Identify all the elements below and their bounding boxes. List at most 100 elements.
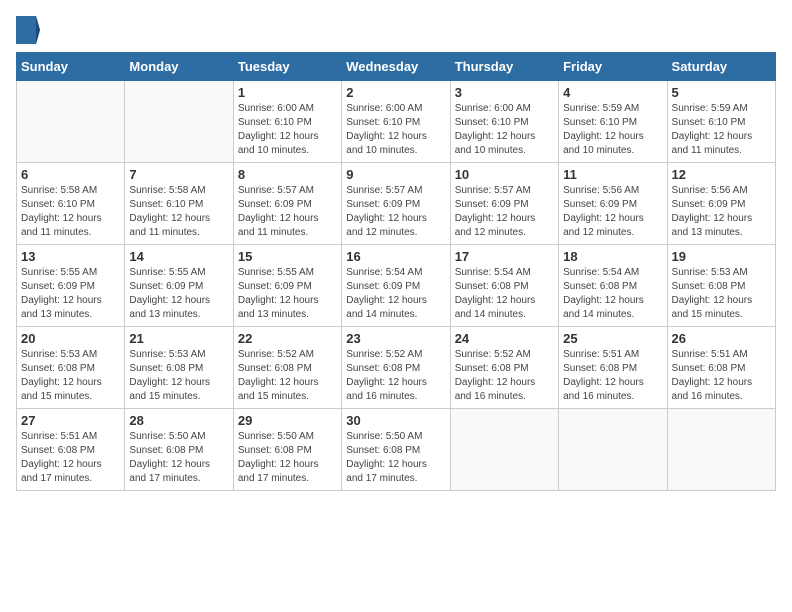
day-info: Sunrise: 5:54 AMSunset: 6:08 PMDaylight:… [455,266,554,322]
day-number: 30 [346,413,445,428]
weekday-header-friday: Friday [559,53,667,81]
day-info: Sunrise: 5:52 AMSunset: 6:08 PMDaylight:… [346,348,445,404]
day-number: 21 [129,331,228,346]
day-number: 29 [238,413,337,428]
calendar-cell [559,409,667,491]
day-info: Sunrise: 5:55 AMSunset: 6:09 PMDaylight:… [238,266,337,322]
day-info: Sunrise: 5:51 AMSunset: 6:08 PMDaylight:… [21,430,120,486]
day-info: Sunrise: 5:59 AMSunset: 6:10 PMDaylight:… [672,102,771,158]
day-info: Sunrise: 5:52 AMSunset: 6:08 PMDaylight:… [238,348,337,404]
day-info: Sunrise: 5:50 AMSunset: 6:08 PMDaylight:… [129,430,228,486]
day-number: 16 [346,249,445,264]
day-number: 2 [346,85,445,100]
calendar-cell: 24 Sunrise: 5:52 AMSunset: 6:08 PMDayligh… [450,327,558,409]
page-header [16,16,776,44]
day-number: 11 [563,167,662,182]
logo-icon [16,16,40,44]
calendar-cell: 2 Sunrise: 6:00 AMSunset: 6:10 PMDaylight… [342,81,450,163]
day-info: Sunrise: 6:00 AMSunset: 6:10 PMDaylight:… [455,102,554,158]
day-info: Sunrise: 6:00 AMSunset: 6:10 PMDaylight:… [238,102,337,158]
weekday-header-row: SundayMondayTuesdayWednesdayThursdayFrid… [17,53,776,81]
day-info: Sunrise: 5:50 AMSunset: 6:08 PMDaylight:… [346,430,445,486]
calendar-cell: 5 Sunrise: 5:59 AMSunset: 6:10 PMDaylight… [667,81,775,163]
calendar-cell: 21 Sunrise: 5:53 AMSunset: 6:08 PMDayligh… [125,327,233,409]
calendar-cell: 18Sunrise: 5:54 AMSunset: 6:08 PMDayligh… [559,245,667,327]
day-number: 5 [672,85,771,100]
calendar-cell: 6Sunrise: 5:58 AMSunset: 6:10 PMDaylight… [17,163,125,245]
day-number: 15 [238,249,337,264]
day-number: 14 [129,249,228,264]
calendar-cell [450,409,558,491]
day-info: Sunrise: 5:50 AMSunset: 6:08 PMDaylight:… [238,430,337,486]
day-info: Sunrise: 5:58 AMSunset: 6:10 PMDaylight:… [21,184,120,240]
day-number: 20 [21,331,120,346]
day-number: 19 [672,249,771,264]
day-info: Sunrise: 5:51 AMSunset: 6:08 PMDaylight:… [672,348,771,404]
day-number: 17 [455,249,554,264]
calendar-cell: 25 Sunrise: 5:51 AMSunset: 6:08 PMDayligh… [559,327,667,409]
week-row-4: 20 Sunrise: 5:53 AMSunset: 6:08 PMDayligh… [17,327,776,409]
day-number: 12 [672,167,771,182]
calendar-cell: 26 Sunrise: 5:51 AMSunset: 6:08 PMDayligh… [667,327,775,409]
week-row-3: 13 Sunrise: 5:55 AMSunset: 6:09 PMDayligh… [17,245,776,327]
day-number: 9 [346,167,445,182]
calendar-cell: 14Sunrise: 5:55 AMSunset: 6:09 PMDayligh… [125,245,233,327]
day-number: 18 [563,249,662,264]
day-info: Sunrise: 5:52 AMSunset: 6:08 PMDaylight:… [455,348,554,404]
day-info: Sunrise: 5:56 AMSunset: 6:09 PMDaylight:… [563,184,662,240]
day-info: Sunrise: 5:59 AMSunset: 6:10 PMDaylight:… [563,102,662,158]
day-info: Sunrise: 6:00 AMSunset: 6:10 PMDaylight:… [346,102,445,158]
calendar-cell: 19 Sunrise: 5:53 AMSunset: 6:08 PMDayligh… [667,245,775,327]
day-number: 3 [455,85,554,100]
calendar-cell: 10Sunrise: 5:57 AMSunset: 6:09 PMDayligh… [450,163,558,245]
day-info: Sunrise: 5:57 AMSunset: 6:09 PMDaylight:… [238,184,337,240]
day-info: Sunrise: 5:55 AMSunset: 6:09 PMDaylight:… [21,266,120,322]
calendar-cell: 11 Sunrise: 5:56 AMSunset: 6:09 PMDayligh… [559,163,667,245]
day-info: Sunrise: 5:56 AMSunset: 6:09 PMDaylight:… [672,184,771,240]
week-row-1: 1 Sunrise: 6:00 AMSunset: 6:10 PMDaylight… [17,81,776,163]
calendar-cell [17,81,125,163]
calendar-cell: 16 Sunrise: 5:54 AMSunset: 6:09 PMDayligh… [342,245,450,327]
calendar-cell [125,81,233,163]
calendar-cell: 3 Sunrise: 6:00 AMSunset: 6:10 PMDaylight… [450,81,558,163]
calendar-cell: 12 Sunrise: 5:56 AMSunset: 6:09 PMDayligh… [667,163,775,245]
day-number: 13 [21,249,120,264]
day-number: 8 [238,167,337,182]
calendar-cell: 13 Sunrise: 5:55 AMSunset: 6:09 PMDayligh… [17,245,125,327]
weekday-header-sunday: Sunday [17,53,125,81]
weekday-header-thursday: Thursday [450,53,558,81]
day-info: Sunrise: 5:57 AMSunset: 6:09 PMDaylight:… [346,184,445,240]
day-number: 24 [455,331,554,346]
day-number: 7 [129,167,228,182]
calendar-cell: 22Sunrise: 5:52 AMSunset: 6:08 PMDayligh… [233,327,341,409]
calendar-cell: 20 Sunrise: 5:53 AMSunset: 6:08 PMDayligh… [17,327,125,409]
calendar-table: SundayMondayTuesdayWednesdayThursdayFrid… [16,52,776,491]
day-info: Sunrise: 5:54 AMSunset: 6:09 PMDaylight:… [346,266,445,322]
calendar-cell: 4 Sunrise: 5:59 AMSunset: 6:10 PMDaylight… [559,81,667,163]
day-number: 28 [129,413,228,428]
calendar-cell: 9 Sunrise: 5:57 AMSunset: 6:09 PMDaylight… [342,163,450,245]
weekday-header-saturday: Saturday [667,53,775,81]
calendar-cell: 30 Sunrise: 5:50 AMSunset: 6:08 PMDayligh… [342,409,450,491]
day-info: Sunrise: 5:51 AMSunset: 6:08 PMDaylight:… [563,348,662,404]
day-info: Sunrise: 5:53 AMSunset: 6:08 PMDaylight:… [129,348,228,404]
calendar-cell: 17 Sunrise: 5:54 AMSunset: 6:08 PMDayligh… [450,245,558,327]
week-row-2: 6Sunrise: 5:58 AMSunset: 6:10 PMDaylight… [17,163,776,245]
calendar-cell: 1 Sunrise: 6:00 AMSunset: 6:10 PMDaylight… [233,81,341,163]
calendar-cell: 8 Sunrise: 5:57 AMSunset: 6:09 PMDaylight… [233,163,341,245]
day-number: 26 [672,331,771,346]
day-info: Sunrise: 5:53 AMSunset: 6:08 PMDaylight:… [21,348,120,404]
day-info: Sunrise: 5:53 AMSunset: 6:08 PMDaylight:… [672,266,771,322]
weekday-header-tuesday: Tuesday [233,53,341,81]
calendar-cell [667,409,775,491]
weekday-header-wednesday: Wednesday [342,53,450,81]
calendar-cell: 7Sunrise: 5:58 AMSunset: 6:10 PMDaylight… [125,163,233,245]
day-number: 25 [563,331,662,346]
calendar-cell: 28 Sunrise: 5:50 AMSunset: 6:08 PMDayligh… [125,409,233,491]
calendar-cell: 29 Sunrise: 5:50 AMSunset: 6:08 PMDayligh… [233,409,341,491]
day-number: 4 [563,85,662,100]
day-number: 1 [238,85,337,100]
day-info: Sunrise: 5:57 AMSunset: 6:09 PMDaylight:… [455,184,554,240]
calendar-cell: 27Sunrise: 5:51 AMSunset: 6:08 PMDayligh… [17,409,125,491]
day-number: 23 [346,331,445,346]
